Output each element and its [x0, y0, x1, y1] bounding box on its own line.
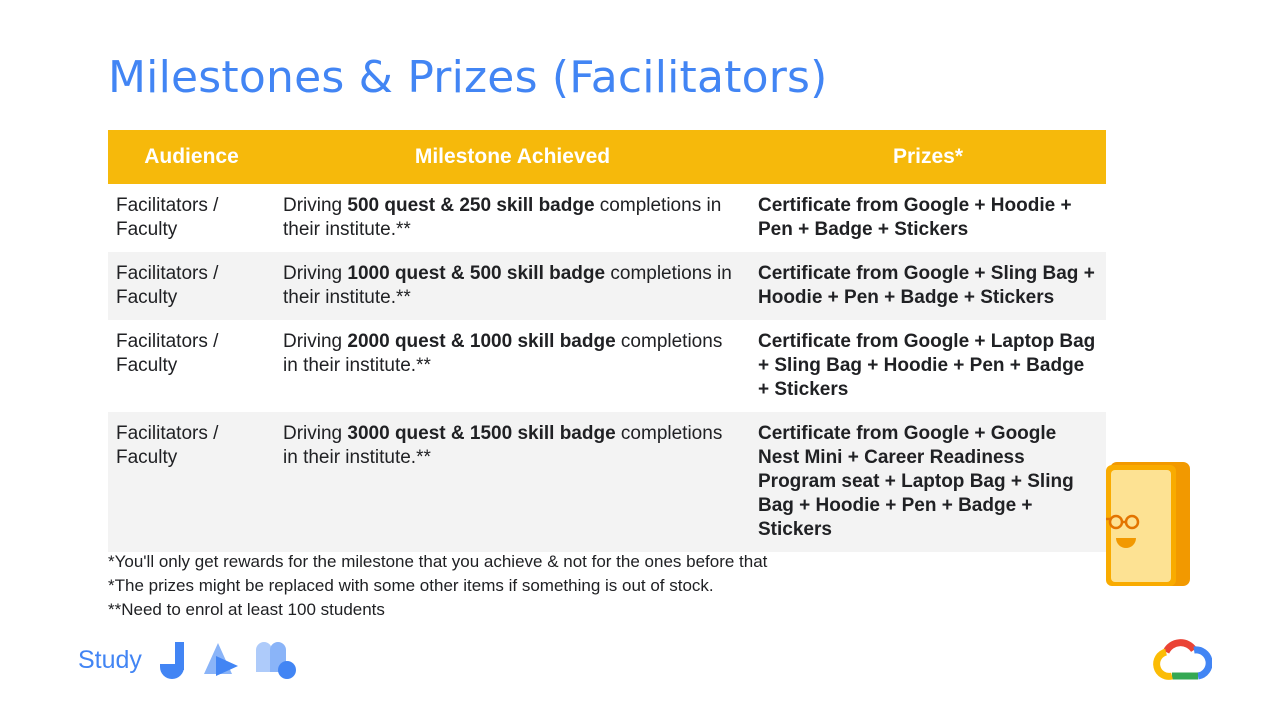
prize-cell: Certificate from Google + Google Nest Mi…: [750, 412, 1106, 552]
milestone-target: 2000 quest & 1000 skill badge: [347, 331, 616, 352]
milestone-cell: Driving 3000 quest & 1500 skill badge co…: [275, 412, 750, 552]
prize-cell: Certificate from Google + Laptop Bag + S…: [758, 331, 1096, 400]
footnote-2: *The prizes might be replaced with some …: [108, 576, 714, 595]
milestone-cell: Driving 1000 quest & 500 skill badge com…: [275, 252, 750, 320]
table-row: Facilitators / Faculty Driving 3000 ques…: [108, 412, 1106, 552]
phone-illustration-icon: [1106, 462, 1190, 586]
milestones-table: Audience Milestone Achieved Prizes* Faci…: [108, 130, 1106, 552]
table-row: Facilitators / Faculty Driving 2000 ques…: [108, 320, 1106, 412]
milestone-prefix: Driving: [283, 195, 348, 216]
milestone-prefix: Driving: [283, 331, 348, 352]
google-cloud-logo-icon: [1153, 639, 1212, 680]
prize-cell: Certificate from Google + Sling Bag + Ho…: [750, 252, 1106, 320]
milestone-prefix: Driving: [283, 263, 348, 284]
study-jam-m-icon: [255, 642, 296, 679]
milestone-target: 500 quest & 250 skill badge: [347, 195, 595, 216]
prize-cell: Certificate from Google + Hoodie + Pen +…: [758, 195, 1072, 240]
audience-cell: Facilitators / Faculty: [116, 195, 219, 240]
header-audience: Audience: [108, 130, 275, 184]
footnotes: *You'll only get rewards for the milesto…: [108, 550, 767, 622]
audience-cell: Facilitators / Faculty: [108, 412, 275, 552]
study-jam-a-icon: [203, 643, 238, 676]
milestone-cell: Driving 2000 quest & 1000 skill badge co…: [275, 320, 750, 412]
audience-cell: Facilitators / Faculty: [108, 252, 275, 320]
milestone-prefix: Driving: [283, 423, 348, 444]
page-title: Milestones & Prizes (Facilitators): [108, 52, 828, 103]
table-header-row: Audience Milestone Achieved Prizes*: [108, 130, 1106, 184]
header-milestone: Milestone Achieved: [275, 130, 750, 184]
footnote-1: *You'll only get rewards for the milesto…: [108, 552, 768, 571]
header-prizes: Prizes*: [750, 130, 1106, 184]
study-jam-j-icon: [159, 642, 184, 679]
table-row: Facilitators / Faculty Driving 500 quest…: [108, 184, 1106, 252]
audience-cell: Facilitators / Faculty: [116, 331, 219, 376]
table-row: Facilitators / Faculty Driving 1000 ques…: [108, 252, 1106, 320]
footnote-3: **Need to enrol at least 100 students: [108, 600, 385, 619]
milestone-cell: Driving 500 quest & 250 skill badge comp…: [275, 184, 750, 252]
milestone-target: 3000 quest & 1500 skill badge: [347, 423, 616, 444]
study-jam-logo: Study: [78, 640, 298, 680]
milestone-target: 1000 quest & 500 skill badge: [347, 263, 606, 284]
study-label: Study: [78, 645, 142, 674]
